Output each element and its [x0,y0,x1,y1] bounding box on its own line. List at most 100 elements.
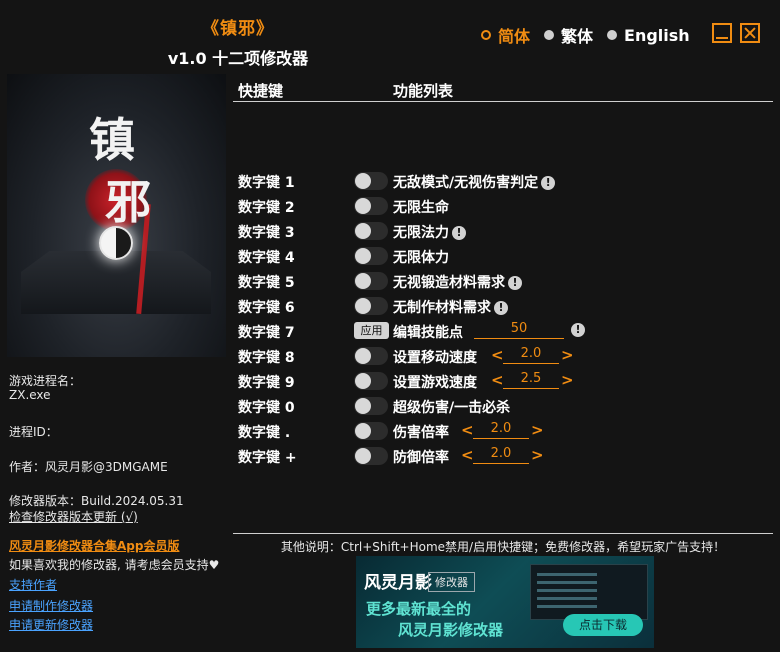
feature-toggle[interactable] [354,247,388,265]
cover-char: 邪 [105,175,151,229]
decrease-arrow-icon[interactable]: < [491,346,504,364]
feature-name: 无视锻造材料需求! [393,272,522,292]
request-make-link[interactable]: 申请制作修改器 [9,597,93,614]
warning-icon[interactable]: ! [571,323,585,337]
feature-toggle[interactable] [354,172,388,190]
apply-button[interactable]: 应用 [354,322,389,339]
feature-toggle[interactable] [354,272,388,290]
feature-toggle[interactable] [354,422,388,440]
decrease-arrow-icon[interactable]: < [461,421,474,439]
process-id-label: 进程ID： [9,425,58,439]
feature-name: 超级伤害/一击必杀 [393,400,511,416]
close-icon[interactable] [740,23,760,43]
damage-multiplier-value[interactable]: 2.0 [473,421,529,439]
lang-label: English [624,25,690,45]
game-cover-image: 镇 邪 [7,74,226,357]
decrease-arrow-icon[interactable]: < [491,371,504,389]
footer-divider [233,533,773,534]
skill-points-input[interactable]: 50 [474,321,564,339]
hotkey-label: 数字键 4 [238,250,295,266]
increase-arrow-icon[interactable]: > [561,346,574,364]
features-header: 功能列表 [393,82,454,100]
hotkey-label: 数字键 . [238,425,291,441]
taiji-icon [99,226,133,260]
feature-row: 数字键 6 无制作材料需求! [238,295,778,317]
hotkey-label: 数字键 2 [238,200,295,216]
header-divider [233,101,773,102]
feature-toggle[interactable] [354,447,388,465]
move-speed-value[interactable]: 2.0 [503,346,559,364]
feature-name: 编辑技能点 [393,325,463,341]
feature-toggle[interactable] [354,297,388,315]
feature-name: 防御倍率 [393,450,449,466]
feature-toggle[interactable] [354,397,388,415]
download-button[interactable]: 点击下载 [563,614,643,636]
feature-name: 无敌模式/无视伤害判定! [393,172,556,192]
support-note: 如果喜欢我的修改器, 请考虑会员支持♥ [9,558,220,572]
hotkey-label: 数字键 9 [238,375,295,391]
feature-row: 数字键 1 无敌模式/无视伤害判定! [238,170,778,192]
lang-traditional[interactable]: 繁体 [544,23,593,47]
support-author-link[interactable]: 支持作者 [9,576,57,593]
feature-toggle[interactable] [354,197,388,215]
lang-simplified[interactable]: 简体 [481,23,530,47]
feature-row: 数字键 7 应用 编辑技能点 50 ! [238,320,778,342]
warning-icon[interactable]: ! [508,276,522,290]
hotkey-label: 数字键 0 [238,400,295,416]
hotkey-label: 数字键 7 [238,325,295,341]
feature-toggle[interactable] [354,372,388,390]
request-update-link[interactable]: 申请更新修改器 [9,616,93,633]
feature-row: 数字键 5 无视锻造材料需求! [238,270,778,292]
radio-selected-icon [481,30,491,40]
feature-name: 无限体力 [393,250,449,266]
lang-label: 繁体 [561,27,594,46]
feature-name: 伤害倍率 [393,425,449,441]
warning-icon[interactable]: ! [541,176,556,190]
check-update-link[interactable]: 检查修改器版本更新 (√) [9,508,138,525]
increase-arrow-icon[interactable]: > [561,371,574,389]
feature-row: 数字键 0 超级伤害/一击必杀 [238,395,778,417]
increase-arrow-icon[interactable]: > [531,446,544,464]
radio-icon [607,30,618,40]
feature-row: 数字键 8 设置移动速度 < 2.0 > [238,345,778,367]
footer-note: 其他说明：Ctrl+Shift+Home禁用/启用快捷键；免费修改器，希望玩家广… [280,540,726,554]
decrease-arrow-icon[interactable]: < [461,446,474,464]
radio-icon [544,30,555,40]
feature-toggle[interactable] [354,347,388,365]
banner-tag: 修改器 [428,572,475,592]
feature-name: 无限法力! [393,222,466,242]
hotkey-header: 快捷键 [238,82,284,100]
banner-line-2: 风灵月影修改器 [398,621,504,639]
warning-icon[interactable]: ! [494,301,508,315]
hotkey-label: 数字键 1 [238,175,295,191]
feature-row: 数字键 3 无限法力! [238,220,778,242]
game-speed-value[interactable]: 2.5 [503,371,559,389]
minimize-icon[interactable] [712,23,732,43]
increase-arrow-icon[interactable]: > [531,421,544,439]
promo-app-link[interactable]: 风灵月影修改器合集App会员版 [9,537,179,554]
process-name-value: ZX.exe [9,388,51,402]
hotkey-label: 数字键 5 [238,275,295,291]
feature-toggle[interactable] [354,222,388,240]
feature-name: 设置游戏速度 [393,375,477,391]
feature-name: 无制作材料需求! [393,297,508,317]
game-title: 《镇邪》 [202,19,274,39]
feature-row: 数字键 . 伤害倍率 < 2.0 > [238,420,778,442]
language-selector: 简体 繁体 English [481,23,704,47]
warning-icon[interactable]: ! [452,226,466,240]
hotkey-label: 数字键 + [238,450,297,466]
banner-logo: 风灵月影 [364,573,432,593]
download-banner[interactable]: 风灵月影 修改器 更多最新最全的 风灵月影修改器 点击下载 [356,556,654,648]
hotkey-label: 数字键 6 [238,300,295,316]
hotkey-label: 数字键 8 [238,350,295,366]
banner-line-1: 更多最新最全的 [366,600,472,618]
cover-char: 镇 [89,113,135,167]
title-block: 《镇邪》 v1.0 十二项修改器 [0,14,476,69]
defense-multiplier-value[interactable]: 2.0 [473,446,529,464]
lang-english[interactable]: English [607,26,690,45]
trainer-subtitle: v1.0 十二项修改器 [167,49,309,68]
process-name-label: 游戏进程名： [9,374,82,388]
feature-row: 数字键 + 防御倍率 < 2.0 > [238,445,778,467]
feature-row: 数字键 4 无限体力 [238,245,778,267]
lang-label: 简体 [498,27,531,46]
